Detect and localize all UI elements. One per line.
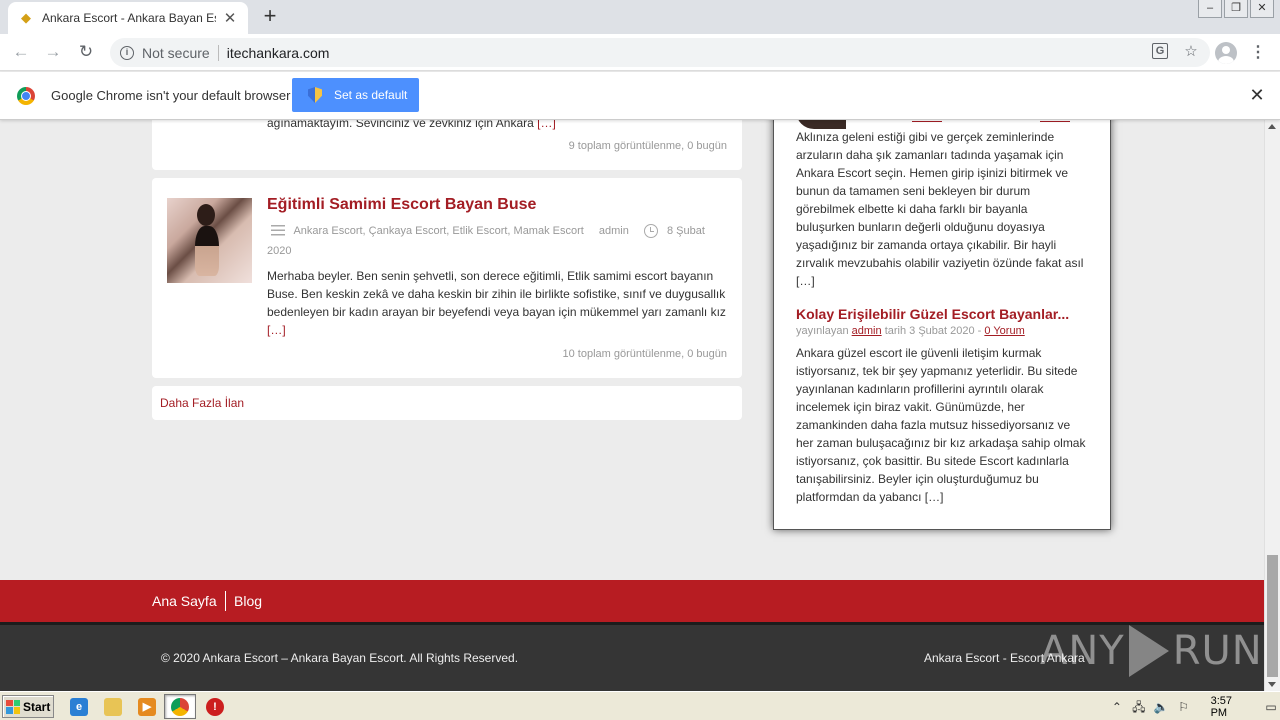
meta-date: tarih 3 Şubat 2020 - — [884, 325, 982, 337]
windows-taskbar: Start e ▶ ! ⌃ 🖧 🔈 ⚐ 3:57 PM ▭ — [0, 691, 1280, 720]
back-arrow-icon[interactable]: ← — [10, 42, 32, 64]
post-card: Eğitimli Samimi Escort Bayan Buse Ankara… — [152, 178, 742, 378]
uac-shield-icon — [308, 87, 322, 103]
excerpt-text: ağınamaktayım. Sevinciniz ve zevkiniz iç… — [267, 120, 534, 130]
sidebar-meta-underline — [912, 121, 942, 122]
post-categories[interactable]: Ankara Escort, Çankaya Escort, Etlik Esc… — [293, 225, 583, 237]
view-count: 10 toplam görüntülenme, 0 bugün — [562, 348, 727, 360]
omnibox-divider — [217, 44, 219, 61]
start-label: Start — [23, 699, 51, 714]
more-listings-link[interactable]: Daha Fazla İlan — [160, 396, 244, 410]
reload-icon[interactable]: ↻ — [75, 42, 97, 64]
sidebar-post-meta: yayınlayan admin tarih 3 Şubat 2020 - 0 … — [796, 325, 1025, 337]
footer-divider — [225, 591, 226, 611]
translate-icon[interactable]: G — [1152, 43, 1168, 59]
opera-icon[interactable]: ! — [206, 698, 224, 716]
sidebar-author-link[interactable]: admin — [852, 325, 882, 337]
tab-title: Ankara Escort - Ankara Bayan Escort — [42, 11, 216, 25]
set-as-default-label: Set as default — [334, 88, 408, 102]
new-tab-button[interactable]: + — [258, 5, 282, 29]
windows-logo-icon — [6, 699, 20, 714]
show-desktop-icon[interactable]: ▭ — [1264, 699, 1278, 715]
browser-tab[interactable]: ◆ Ankara Escort - Ankara Bayan Escort ✕ — [8, 2, 248, 34]
anyrun-watermark: ANY RUN — [1040, 621, 1263, 681]
watermark-run: RUN — [1172, 628, 1263, 674]
infobar-close-icon[interactable]: ✕ — [1248, 86, 1266, 104]
post-excerpt: Merhaba beyler. Ben senin şehvetli, son … — [267, 267, 729, 339]
internet-explorer-icon[interactable]: e — [70, 698, 88, 716]
infobar-message: Google Chrome isn't your default browser — [51, 88, 291, 103]
watermark-any: ANY — [1040, 628, 1125, 674]
profile-avatar-icon[interactable] — [1215, 42, 1237, 64]
footer-bottom: © 2020 Ankara Escort – Ankara Bayan Esco… — [0, 625, 1264, 691]
folder-icon[interactable] — [104, 698, 122, 716]
address-bar[interactable]: i Not secure itechankara.com G ☆ — [110, 38, 1210, 67]
action-center-flag-icon[interactable]: ⚐ — [1177, 699, 1191, 715]
system-tray: ⌃ 🖧 🔈 ⚐ 3:57 PM ▭ — [1106, 695, 1278, 719]
network-icon[interactable]: 🖧 — [1132, 699, 1146, 715]
set-as-default-button[interactable]: Set as default — [292, 78, 419, 112]
more-listings-card: Daha Fazla İlan — [152, 386, 742, 420]
omnibox-actions: G ☆ — [1152, 43, 1200, 61]
copyright-text: © 2020 Ankara Escort – Ankara Bayan Esco… — [161, 651, 519, 665]
meta-prefix: yayınlayan — [796, 325, 849, 337]
scroll-up-arrow-icon[interactable] — [1268, 124, 1276, 129]
minimize-icon[interactable]: – — [1198, 0, 1222, 18]
excerpt-text: Merhaba beyler. Ben senin şehvetli, son … — [267, 269, 726, 319]
post-meta: Ankara Escort, Çankaya Escort, Etlik Esc… — [267, 221, 727, 261]
browser-toolbar: ← → ↻ i Not secure itechankara.com G ☆ ⋮ — [0, 34, 1280, 71]
forward-arrow-icon[interactable]: → — [42, 42, 64, 64]
clock-icon — [643, 224, 658, 239]
read-more-link[interactable]: […] — [537, 120, 556, 130]
window-close-icon[interactable]: ✕ — [1250, 0, 1274, 18]
sidebar-excerpt: Ankara güzel escort ile güvenli iletişim… — [796, 346, 1086, 504]
category-list-icon — [271, 225, 285, 238]
sidebar-meta-underline — [1040, 121, 1070, 122]
sidebar-recent-posts: Aklınıza geleni estiği gibi ve gerçek ze… — [773, 120, 1111, 530]
post-excerpt: ağınamaktayım. Sevinciniz ve zevkiniz iç… — [267, 120, 727, 132]
read-more-link[interactable]: […] — [267, 323, 286, 337]
post-title[interactable]: Eğitimli Samimi Escort Bayan Buse — [267, 196, 536, 214]
volume-icon[interactable]: 🔈 — [1154, 699, 1169, 715]
post-card-previous: ağınamaktayım. Sevinciniz ve zevkiniz iç… — [152, 120, 742, 170]
sidebar-comments-link[interactable]: 0 Yorum — [984, 325, 1024, 337]
bookmark-star-icon[interactable]: ☆ — [1182, 43, 1200, 61]
page-scrollbar[interactable] — [1264, 120, 1280, 691]
sidebar-excerpt: Aklınıza geleni estiği gibi ve gerçek ze… — [796, 130, 1084, 288]
chrome-icon — [171, 698, 189, 716]
taskbar-clock[interactable]: 3:57 PM — [1211, 695, 1247, 719]
info-icon[interactable]: i — [120, 45, 134, 60]
restore-icon[interactable]: ❐ — [1224, 0, 1248, 18]
close-tab-icon[interactable]: ✕ — [222, 9, 238, 27]
play-icon — [1128, 625, 1169, 677]
start-button[interactable]: Start — [2, 695, 54, 718]
window-controls: – ❐ ✕ — [1198, 0, 1274, 18]
not-secure-label: Not secure — [142, 44, 210, 61]
scroll-thumb[interactable] — [1267, 555, 1278, 677]
post-thumbnail[interactable] — [167, 198, 252, 283]
sidebar-post-title[interactable]: Kolay Erişilebilir Güzel Escort Bayanlar… — [796, 306, 1069, 322]
scroll-down-arrow-icon[interactable] — [1268, 682, 1276, 687]
chrome-logo-icon — [17, 87, 35, 105]
footer-link-blog[interactable]: Blog — [234, 593, 262, 609]
chrome-menu-icon[interactable]: ⋮ — [1250, 42, 1266, 64]
view-count: 9 toplam görüntülenme, 0 bugün — [568, 140, 727, 152]
footer-nav: Ana Sayfa Blog — [0, 580, 1264, 622]
tag-icon: ◆ — [21, 10, 31, 25]
chrome-taskbar-button[interactable] — [164, 694, 196, 719]
default-browser-infobar: Google Chrome isn't your default browser… — [0, 72, 1280, 120]
tray-expand-icon[interactable]: ⌃ — [1110, 699, 1124, 715]
footer-link-home[interactable]: Ana Sayfa — [152, 593, 217, 609]
tab-strip: ◆ Ankara Escort - Ankara Bayan Escort ✕ … — [0, 0, 1280, 34]
post-author[interactable]: admin — [599, 225, 629, 237]
url-text[interactable]: itechankara.com — [227, 45, 330, 61]
media-player-icon[interactable]: ▶ — [138, 698, 156, 716]
page-viewport: ağınamaktayım. Sevinciniz ve zevkiniz iç… — [0, 120, 1264, 691]
